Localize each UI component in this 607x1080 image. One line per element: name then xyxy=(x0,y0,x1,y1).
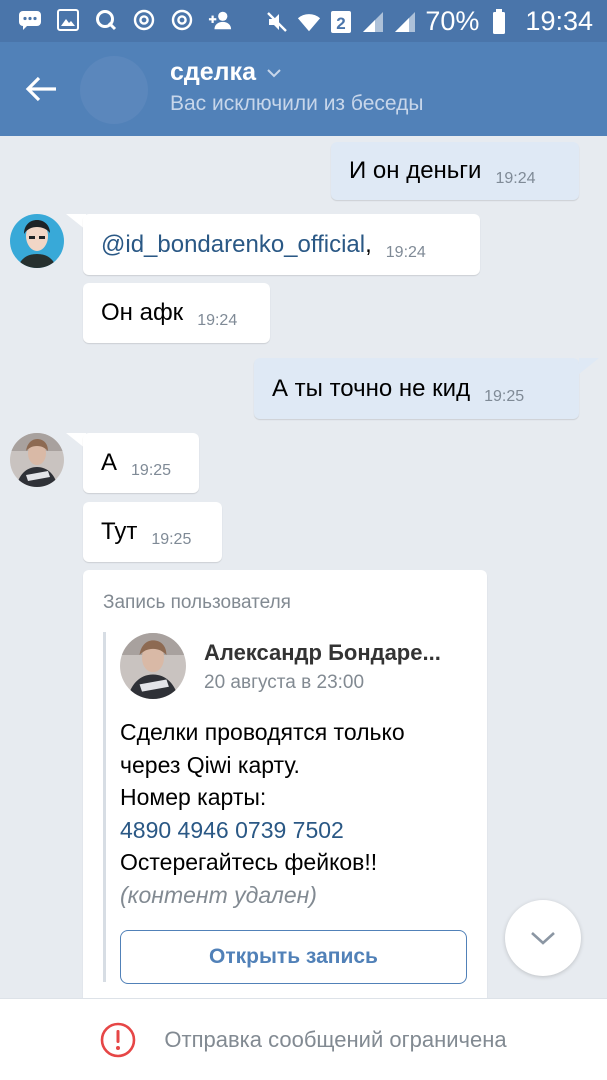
message-time: 19:25 xyxy=(131,462,172,479)
message-time: 19:25 xyxy=(151,531,192,548)
post-text-line: через Qiwi карту. xyxy=(120,751,300,778)
message-time: 19:25 xyxy=(484,387,525,405)
sim-slot-label: 2 xyxy=(337,14,346,33)
mention-link[interactable]: @id_bondarenko_official xyxy=(101,231,365,259)
chevron-down-icon xyxy=(267,68,281,77)
signal-icon xyxy=(361,10,385,34)
message-bubble[interactable]: А ты точно не кид 19:25 xyxy=(254,358,579,419)
arrow-left-icon xyxy=(25,76,56,102)
chat-header: сделка Вас исключили из беседы xyxy=(0,42,607,136)
post-text-line: Номер карты: xyxy=(120,784,267,810)
message-text: А ты точно не кид xyxy=(272,374,471,402)
message-bubble[interactable]: И он деньги 19:24 xyxy=(331,142,579,200)
post-text-line: Сделки проводятся только xyxy=(120,719,405,745)
message-bubble[interactable]: @id_bondarenko_official , 19:24 xyxy=(83,214,480,275)
scroll-down-button[interactable] xyxy=(505,900,581,976)
chevron-down-icon xyxy=(531,932,555,945)
message-text: Тут xyxy=(101,518,138,545)
message-text: Он афк xyxy=(101,299,184,326)
message-text: И он деньги xyxy=(349,157,482,184)
image-notification-icon xyxy=(56,8,80,32)
message-bubble[interactable]: А 19:25 xyxy=(83,433,199,493)
message-text: , xyxy=(365,230,372,258)
q-notification-icon xyxy=(94,8,118,32)
bubble-tail xyxy=(579,358,599,374)
user-avatar-icon xyxy=(10,214,64,268)
clock: 19:34 xyxy=(525,6,593,36)
at-notification-icon xyxy=(132,8,156,32)
sender-avatar[interactable] xyxy=(10,433,64,487)
message-time: 19:24 xyxy=(197,312,238,329)
message-time: 19:24 xyxy=(495,170,536,187)
message-bubble[interactable]: Тут 19:25 xyxy=(83,502,222,562)
system-icons: 2 70% 19:34 xyxy=(265,6,593,37)
message-time: 19:24 xyxy=(385,243,426,261)
chat-notification-icon xyxy=(18,8,42,32)
chat-title-text: сделка xyxy=(170,58,256,86)
open-post-button[interactable]: Открыть запись xyxy=(120,930,467,984)
restricted-message: Отправка сообщений ограничена xyxy=(164,1026,507,1052)
post-author-name[interactable]: Александр Бондаре... xyxy=(204,640,464,666)
repost-label: Запись пользователя xyxy=(103,592,291,613)
chat-avatar[interactable] xyxy=(80,56,148,124)
battery-icon xyxy=(487,8,511,34)
message-text: А xyxy=(101,449,118,476)
chat-title[interactable]: сделка xyxy=(170,58,282,87)
add-contact-icon xyxy=(208,8,232,32)
alert-icon xyxy=(101,1022,136,1057)
chat-subtitle: Вас исключили из беседы xyxy=(170,92,424,115)
battery-percent: 70% xyxy=(425,6,480,36)
sim-2-icon: 2 xyxy=(329,10,353,34)
card-number-link[interactable]: 4890 4946 0739 7502 xyxy=(120,814,405,847)
post-warning: Остерегайтесь фейков!! xyxy=(120,849,378,875)
quote-bar xyxy=(103,632,106,982)
post-author-avatar[interactable] xyxy=(120,633,186,699)
post-text: Сделки проводятся только через Qiwi карт… xyxy=(120,716,405,911)
at-notification-icon xyxy=(170,8,194,32)
repost-card[interactable]: Запись пользователя Александр Бондаре...… xyxy=(83,570,487,1010)
sender-avatar[interactable] xyxy=(10,214,64,268)
wifi-icon xyxy=(297,10,321,34)
message-bubble[interactable]: Он афк 19:24 xyxy=(83,283,270,343)
messaging-restricted-bar: Отправка сообщений ограничена xyxy=(0,998,607,1080)
post-date: 20 августа в 23:00 xyxy=(204,672,365,693)
content-removed-note: (контент удален) xyxy=(120,881,317,908)
back-button[interactable] xyxy=(20,68,62,110)
status-bar: 2 70% 19:34 xyxy=(0,0,607,42)
signal-icon xyxy=(393,10,417,34)
mute-icon xyxy=(265,10,289,34)
notification-icons xyxy=(18,8,232,32)
user-avatar-icon xyxy=(10,433,64,487)
user-avatar-icon xyxy=(120,633,186,699)
